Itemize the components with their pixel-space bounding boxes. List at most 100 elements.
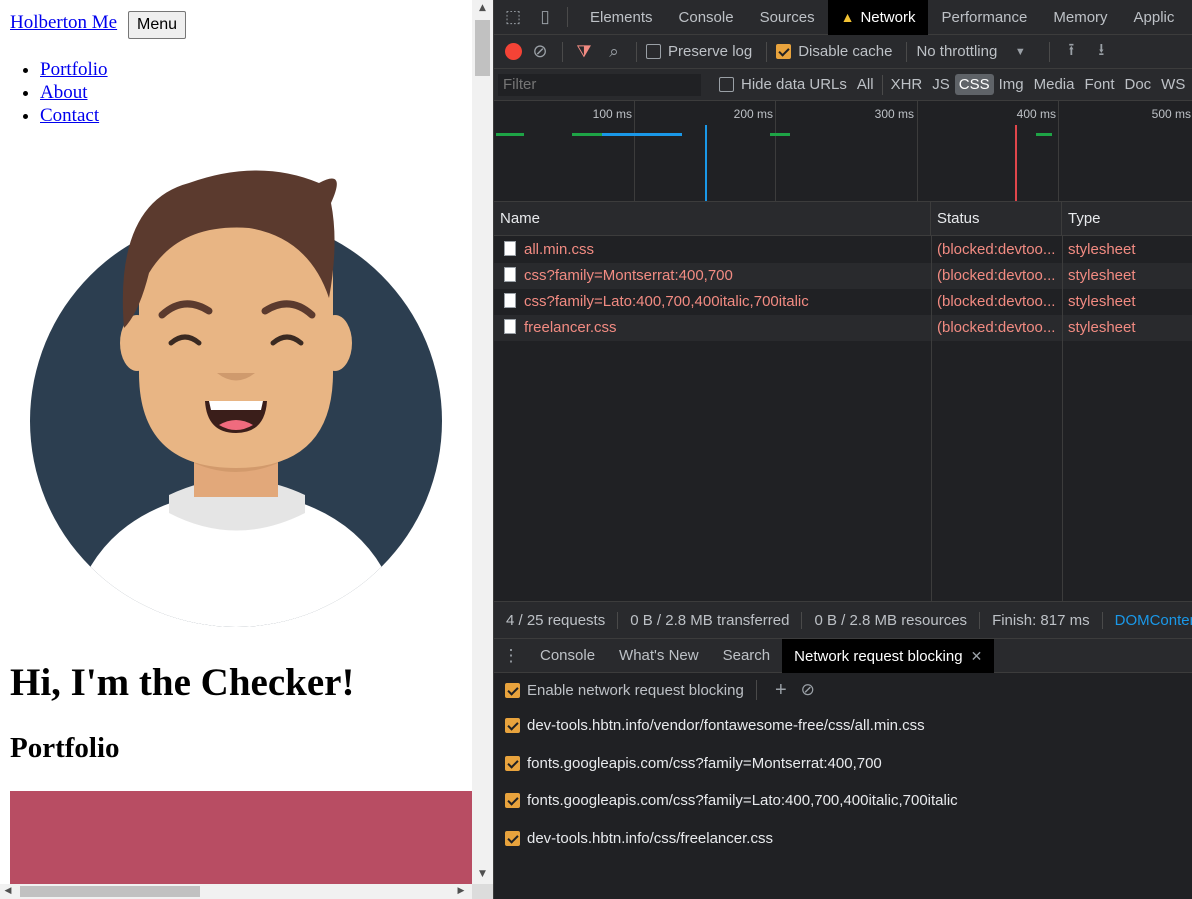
- filter-type-img[interactable]: Img: [994, 76, 1029, 93]
- table-row[interactable]: css?family=Montserrat:400,700 (blocked:d…: [494, 263, 1192, 289]
- scroll-up-arrow-icon[interactable]: ▲: [472, 0, 493, 16]
- filter-funnel-icon[interactable]: ⧩: [567, 42, 601, 62]
- summary-transferred: 0 B / 2.8 MB transferred: [618, 611, 803, 629]
- filter-input[interactable]: [498, 73, 701, 96]
- filter-type-xhr[interactable]: XHR: [886, 76, 928, 93]
- pattern-checkbox[interactable]: [505, 830, 520, 846]
- toolbar-separator: [562, 41, 563, 62]
- add-pattern-icon[interactable]: +: [769, 679, 793, 702]
- tab-network-label: Network: [860, 8, 916, 26]
- table-row[interactable]: css?family=Lato:400,700,400italic,700ita…: [494, 289, 1192, 315]
- network-overview-timeline[interactable]: 100 ms 200 ms 300 ms 400 ms 500 ms: [494, 101, 1192, 202]
- request-status: (blocked:devtoo...: [937, 293, 1056, 310]
- nav-link-about[interactable]: About: [40, 82, 88, 103]
- filter-type-css[interactable]: CSS: [954, 74, 994, 95]
- search-icon[interactable]: ⌕: [601, 42, 627, 62]
- filter-type-doc[interactable]: Doc: [1119, 76, 1156, 93]
- summary-requests: 4 / 25 requests: [494, 611, 619, 629]
- timeline-tick-label: 400 ms: [1016, 107, 1056, 121]
- brand-link[interactable]: Holberton Me: [10, 12, 117, 34]
- filter-type-ws[interactable]: WS: [1156, 76, 1190, 93]
- avatar-image: [30, 170, 442, 627]
- drawer-tab-search[interactable]: Search: [711, 639, 783, 673]
- scroll-right-arrow-icon[interactable]: ▶: [453, 884, 469, 899]
- horizontal-scroll-thumb[interactable]: [20, 886, 200, 897]
- network-toolbar: ⊘ ⧩ ⌕ Preserve log Disable cache No thro…: [494, 35, 1192, 69]
- record-icon[interactable]: [505, 43, 522, 60]
- horizontal-scrollbar[interactable]: ◀ ▶: [0, 884, 472, 899]
- column-header-type[interactable]: Type: [1062, 202, 1192, 236]
- inspect-element-icon[interactable]: ⬚: [494, 7, 532, 27]
- document-icon: [504, 319, 516, 335]
- enable-blocking-row: Enable network request blocking + ⊘: [505, 679, 823, 702]
- filter-type-font[interactable]: Font: [1079, 76, 1119, 93]
- pattern-text: fonts.googleapis.com/css?family=Montserr…: [527, 754, 882, 772]
- filter-type-media[interactable]: Media: [1029, 76, 1080, 93]
- import-har-icon[interactable]: ⭱: [1056, 37, 1086, 66]
- tabbar-separator: [567, 7, 568, 27]
- request-status: (blocked:devtoo...: [937, 319, 1056, 336]
- devtools-tabbar: ⬚ ▯ Elements Console Sources ▲ Network Pe…: [494, 0, 1192, 35]
- preserve-log-checkbox[interactable]: [646, 44, 661, 59]
- timeline-gridline: [917, 101, 918, 201]
- vertical-scrollbar[interactable]: ▲ ▼: [472, 0, 493, 884]
- nav-item-portfolio: Portfolio: [40, 58, 108, 81]
- chevron-down-icon[interactable]: ▼: [997, 46, 1043, 58]
- pattern-checkbox[interactable]: [505, 792, 520, 808]
- clear-icon[interactable]: ⊘: [522, 41, 558, 62]
- timeline-request-bar: [770, 133, 790, 136]
- tab-application[interactable]: Applic: [1121, 0, 1188, 35]
- more-options-icon[interactable]: ⋮: [494, 646, 528, 666]
- menu-button[interactable]: Menu: [128, 11, 187, 39]
- enable-blocking-label: Enable network request blocking: [527, 681, 744, 699]
- disable-cache-checkbox[interactable]: [776, 44, 792, 59]
- timeline-gridline: [1058, 101, 1059, 201]
- toolbar-separator: [766, 41, 768, 62]
- timeline-gridline: [634, 101, 635, 201]
- toolbar-separator: [1049, 41, 1051, 62]
- tab-elements[interactable]: Elements: [577, 0, 666, 35]
- hero-heading: Hi, I'm the Checker!: [10, 661, 355, 704]
- request-type: stylesheet: [1068, 267, 1136, 284]
- clear-patterns-icon[interactable]: ⊘: [793, 680, 823, 700]
- column-header-name[interactable]: Name: [494, 202, 931, 236]
- nav-item-contact: Contact: [40, 104, 108, 127]
- throttling-select[interactable]: No throttling: [916, 43, 997, 60]
- drawer-tab-network-request-blocking[interactable]: Network request blocking ✕: [782, 638, 995, 673]
- tab-performance[interactable]: Performance: [928, 0, 1040, 35]
- blocked-pattern-item: fonts.googleapis.com/css?family=Montserr…: [505, 753, 882, 773]
- vertical-scroll-thumb[interactable]: [475, 20, 490, 76]
- device-toolbar-icon[interactable]: ▯: [532, 7, 558, 27]
- filter-bar: Hide data URLs All XHR JS CSS Img Media …: [494, 69, 1192, 101]
- document-icon: [504, 267, 516, 283]
- preserve-log-label: Preserve log: [668, 43, 753, 60]
- tab-sources[interactable]: Sources: [747, 0, 828, 35]
- hide-data-urls-label: Hide data URLs: [741, 76, 847, 93]
- scrollbar-corner: [472, 884, 493, 899]
- export-har-icon[interactable]: ⭳: [1086, 37, 1116, 66]
- pattern-checkbox[interactable]: [505, 717, 520, 733]
- timeline-request-bar: [1036, 133, 1052, 136]
- hide-data-urls-checkbox[interactable]: [719, 77, 734, 92]
- table-row[interactable]: freelancer.css (blocked:devtoo... styles…: [494, 315, 1192, 341]
- tab-network[interactable]: ▲ Network: [827, 0, 929, 35]
- tab-console[interactable]: Console: [666, 0, 747, 35]
- network-summary-bar: 4 / 25 requests 0 B / 2.8 MB transferred…: [494, 601, 1192, 639]
- nav-link-contact[interactable]: Contact: [40, 105, 99, 126]
- close-icon[interactable]: ✕: [971, 648, 983, 664]
- column-header-status[interactable]: Status: [931, 202, 1062, 236]
- scroll-down-arrow-icon[interactable]: ▼: [472, 866, 493, 882]
- drawer-tab-whats-new[interactable]: What's New: [607, 639, 711, 673]
- table-row[interactable]: all.min.css (blocked:devtoo... styleshee…: [494, 237, 1192, 263]
- page-viewport: Holberton Me Menu Portfolio About Contac…: [0, 0, 472, 884]
- filter-type-all[interactable]: All: [852, 76, 879, 93]
- enable-blocking-checkbox[interactable]: [505, 682, 520, 698]
- nav-link-portfolio[interactable]: Portfolio: [40, 59, 108, 80]
- scroll-left-arrow-icon[interactable]: ◀: [0, 884, 16, 899]
- pattern-checkbox[interactable]: [505, 755, 520, 771]
- request-name-cell: all.min.css: [504, 237, 929, 263]
- drawer-tab-console[interactable]: Console: [528, 639, 607, 673]
- pattern-text: fonts.googleapis.com/css?family=Lato:400…: [527, 791, 958, 809]
- filter-type-js[interactable]: JS: [927, 76, 955, 93]
- tab-memory[interactable]: Memory: [1040, 0, 1120, 35]
